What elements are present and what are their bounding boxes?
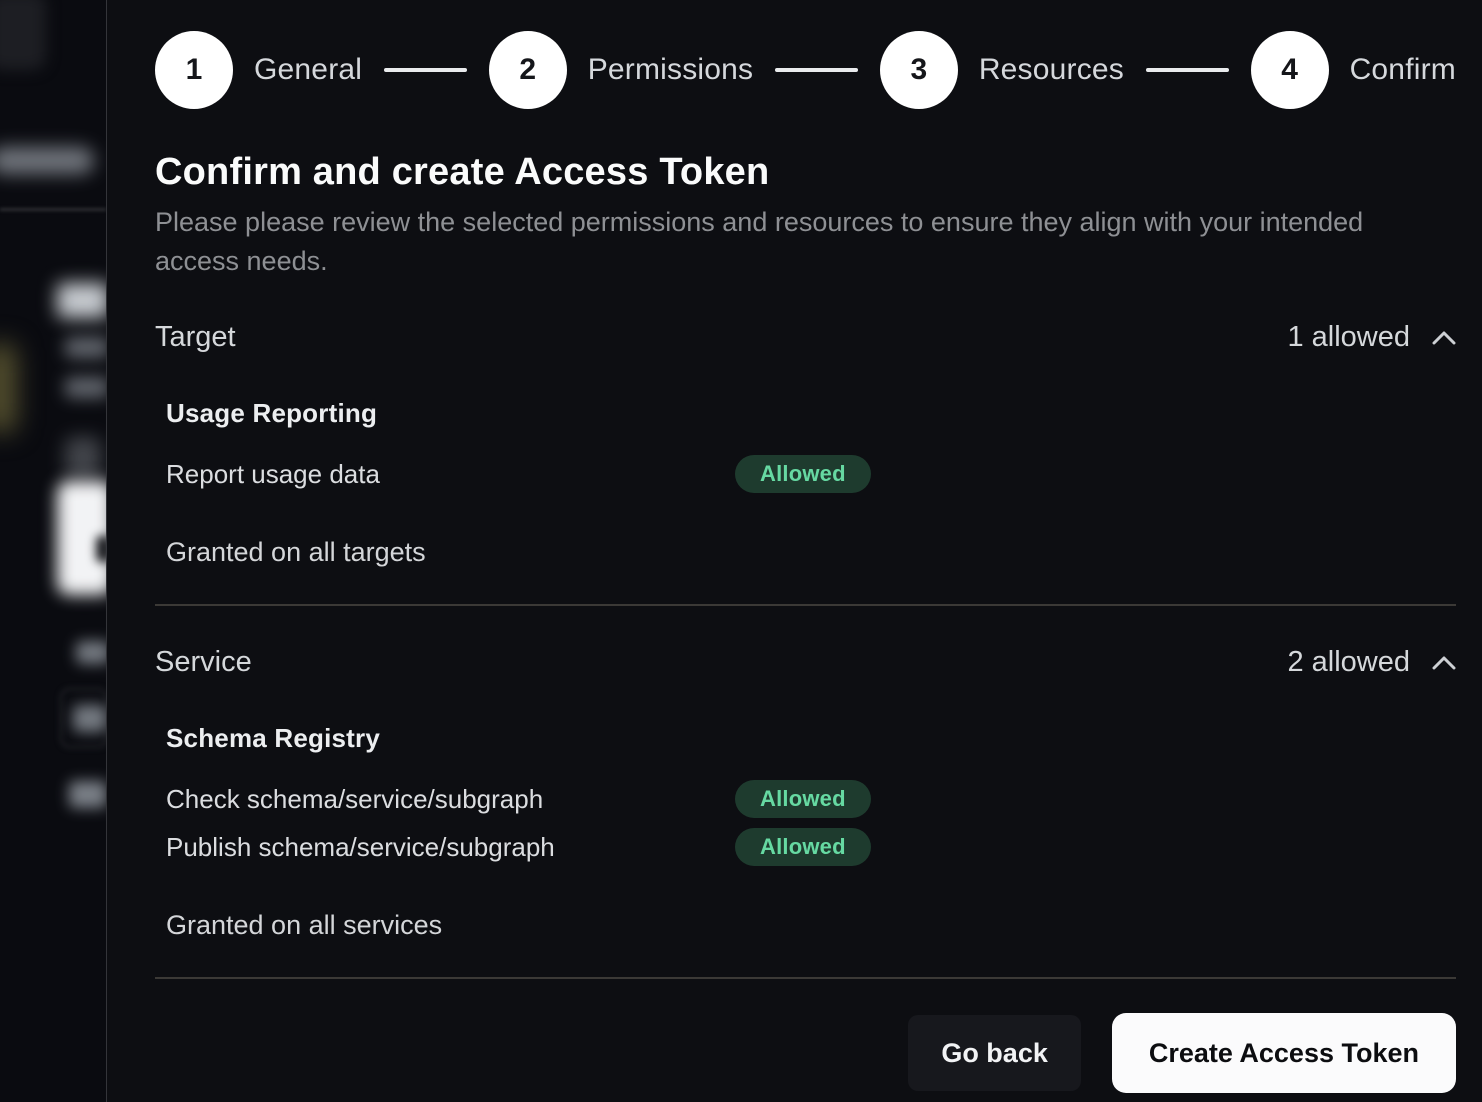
granted-note: Granted on all targets (166, 537, 1456, 568)
target-section-header: Target 1 allowed (155, 321, 1456, 354)
step-resources-label: Resources (979, 53, 1124, 87)
step-number: 3 (910, 53, 927, 87)
permission-rows: Report usage data Allowed (166, 455, 1456, 493)
blurred-divider (0, 208, 106, 211)
permission-label: Check schema/service/subgraph (166, 784, 735, 815)
step-permissions[interactable]: 2 Permissions (489, 31, 754, 109)
status-badge: Allowed (735, 780, 871, 818)
status-badge: Allowed (735, 828, 871, 866)
step-connector (384, 68, 467, 72)
page-subtitle: Please please review the selected permis… (155, 203, 1387, 281)
service-collapse-toggle[interactable]: 2 allowed (1287, 646, 1456, 679)
step-confirm[interactable]: 4 Confirm (1251, 31, 1456, 109)
permission-label: Publish schema/service/subgraph (166, 832, 735, 863)
target-collapse-toggle[interactable]: 1 allowed (1287, 321, 1456, 354)
blurred-text-line (65, 337, 106, 358)
service-section-title: Service (155, 646, 252, 679)
target-section: Target 1 allowed Usage Reporting Report … (155, 321, 1456, 606)
go-back-button[interactable]: Go back (908, 1015, 1081, 1091)
blurred-accent-blob (0, 344, 16, 432)
blurred-label-text (69, 781, 106, 808)
step-general-circle: 1 (155, 31, 233, 109)
permission-label: Report usage data (166, 459, 735, 490)
granted-note: Granted on all services (166, 910, 1456, 941)
blurred-label-text (73, 705, 106, 732)
permission-row: Publish schema/service/subgraph Allowed (166, 828, 1456, 866)
service-section-header: Service 2 allowed (155, 646, 1456, 679)
chevron-up-icon (1432, 331, 1456, 345)
service-section: Service 2 allowed Schema Registry Check … (155, 646, 1456, 979)
step-general[interactable]: 1 General (155, 31, 362, 109)
status-badge: Allowed (735, 455, 871, 493)
background-app-blurred (0, 0, 106, 1102)
page-title: Confirm and create Access Token (155, 151, 1456, 194)
step-resources[interactable]: 3 Resources (880, 31, 1124, 109)
blurred-card-glyph (96, 536, 106, 562)
permission-row: Report usage data Allowed (166, 455, 1456, 493)
target-section-title: Target (155, 321, 236, 354)
target-allowed-count: 1 allowed (1287, 321, 1410, 354)
blurred-heading-text (57, 283, 106, 318)
step-resources-circle: 3 (880, 31, 958, 109)
permission-group-schema-registry: Schema Registry Check schema/service/sub… (166, 723, 1456, 866)
blurred-nav-text (0, 147, 94, 174)
blurred-logo-tile (0, 0, 46, 70)
permission-group-usage-reporting: Usage Reporting Report usage data Allowe… (166, 398, 1456, 493)
blurred-text-line (65, 377, 106, 398)
service-allowed-count: 2 allowed (1287, 646, 1410, 679)
chevron-up-icon (1432, 656, 1456, 670)
permission-rows: Check schema/service/subgraph Allowed Pu… (166, 780, 1456, 866)
permission-group-title: Schema Registry (166, 723, 1456, 754)
step-confirm-label: Confirm (1350, 53, 1456, 87)
footer-actions: Go back Create Access Token (155, 1013, 1456, 1093)
create-access-token-modal: 1 General 2 Permissions 3 Resources 4 Co… (106, 0, 1482, 1102)
step-number: 2 (519, 53, 536, 87)
step-permissions-label: Permissions (588, 53, 754, 87)
step-confirm-circle: 4 (1251, 31, 1329, 109)
step-connector (1146, 68, 1229, 72)
step-general-label: General (254, 53, 362, 87)
section-divider (155, 977, 1456, 979)
permission-group-title: Usage Reporting (166, 398, 1456, 429)
step-number: 4 (1281, 53, 1298, 87)
permission-row: Check schema/service/subgraph Allowed (166, 780, 1456, 818)
step-connector (775, 68, 858, 72)
stepper: 1 General 2 Permissions 3 Resources 4 Co… (155, 31, 1456, 109)
blurred-icon-tile (65, 437, 101, 479)
create-access-token-button[interactable]: Create Access Token (1112, 1013, 1456, 1093)
step-permissions-circle: 2 (489, 31, 567, 109)
step-number: 1 (186, 53, 203, 87)
blurred-label-text (76, 641, 106, 664)
section-divider (155, 604, 1456, 606)
